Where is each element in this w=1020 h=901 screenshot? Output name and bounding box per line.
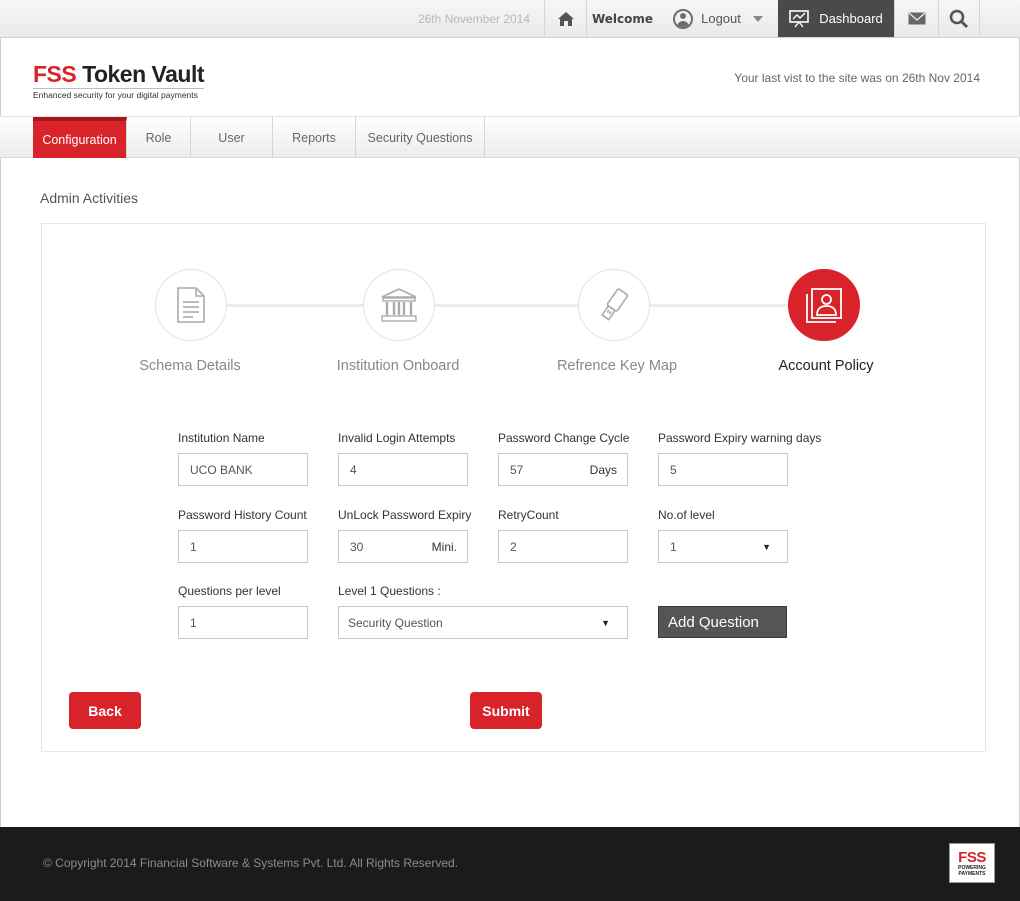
footer-logo-text: FSS xyxy=(958,848,986,866)
home-icon xyxy=(557,11,574,26)
tab-role[interactable]: Role xyxy=(127,117,191,158)
step-account-policy[interactable] xyxy=(788,269,860,341)
tab-security-questions[interactable]: Security Questions xyxy=(356,117,485,158)
logo-tagline: Enhanced security for your digital payme… xyxy=(33,88,205,100)
fss-logo: FSS Token Vault Enhanced security for yo… xyxy=(33,61,205,100)
dropdown-arrow-icon: ▼ xyxy=(601,617,610,628)
questions-per-level-label: Questions per level xyxy=(178,584,281,598)
chevron-down-icon xyxy=(752,15,763,22)
step-label-account-policy: Account Policy xyxy=(778,358,874,374)
no-of-level-label: No.of level xyxy=(658,508,715,522)
mail-icon xyxy=(908,12,925,25)
password-history-count-field[interactable]: 1 xyxy=(178,530,308,563)
usb-key-icon xyxy=(601,288,629,321)
tab-user[interactable]: User xyxy=(191,117,273,158)
password-expiry-warning-field[interactable]: 5 xyxy=(658,453,788,486)
step-connector xyxy=(434,304,579,307)
password-expiry-warning-label: Password Expiry warning days xyxy=(658,431,822,445)
password-change-cycle-value: 57 xyxy=(510,462,524,477)
retry-count-value: 2 xyxy=(510,539,517,554)
top-bar: 26th November 2014 Welcome Logout Dashbo… xyxy=(0,0,1020,38)
level1-questions-value: Security Question xyxy=(348,615,443,630)
retry-count-field[interactable]: 2 xyxy=(498,530,628,563)
mail-button[interactable] xyxy=(894,0,938,37)
footer-logo-tagline-2: PAYMENTS xyxy=(958,870,986,877)
step-institution-onboard[interactable] xyxy=(363,269,435,341)
invalid-login-attempts-label: Invalid Login Attempts xyxy=(338,431,456,445)
step-label-institution-onboard: Institution Onboard xyxy=(336,358,460,374)
logo-title: FSS Token Vault xyxy=(33,61,205,87)
search-icon xyxy=(949,9,969,28)
step-label-reference-key-map: Refrence Key Map xyxy=(556,358,678,374)
level1-questions-select[interactable]: Security Question ▼ xyxy=(338,606,628,639)
current-date: 26th November 2014 xyxy=(417,11,531,26)
password-history-count-label: Password History Count xyxy=(178,508,307,522)
home-button[interactable] xyxy=(544,0,586,37)
step-connector xyxy=(227,304,363,307)
step-schema-details[interactable] xyxy=(155,269,227,341)
unlock-password-expiry-label: UnLock Password Expiry xyxy=(338,508,472,522)
tab-configuration[interactable]: Configuration xyxy=(33,117,127,158)
bank-icon xyxy=(381,288,417,322)
days-unit: Days xyxy=(589,462,617,477)
password-expiry-warning-value: 5 xyxy=(670,462,677,477)
unlock-password-expiry-field[interactable]: 30 Mini. xyxy=(338,530,468,563)
logo-prefix: FSS xyxy=(33,61,77,87)
add-question-button[interactable]: Add Question xyxy=(658,606,787,638)
retry-count-label: RetryCount xyxy=(498,508,559,522)
logo-name: Token Vault xyxy=(82,61,205,87)
no-of-level-value: 1 xyxy=(670,539,677,554)
last-visit-text: Your last vist to the site was on 26th N… xyxy=(734,71,980,85)
search-button[interactable] xyxy=(938,0,980,37)
step-label-schema-details: Schema Details xyxy=(139,358,241,374)
tab-reports[interactable]: Reports xyxy=(273,117,356,158)
fss-footer-logo: FSS POWERING PAYMENTS xyxy=(949,843,995,883)
section-title: Admin Activities xyxy=(40,190,139,206)
level1-questions-label: Level 1 Questions : xyxy=(338,584,441,598)
main-nav: Configuration Role User Reports Security… xyxy=(0,116,1020,158)
dropdown-arrow-icon: ▼ xyxy=(762,541,771,552)
presentation-icon xyxy=(789,9,809,27)
institution-name-value: UCO BANK xyxy=(190,462,253,477)
footer: © Copyright 2014 Financial Software & Sy… xyxy=(0,827,1020,901)
dashboard-button[interactable]: Dashboard xyxy=(778,0,894,37)
profile-picture-icon xyxy=(806,288,842,323)
step-connector xyxy=(650,304,790,307)
no-of-level-select[interactable]: 1 ▼ xyxy=(658,530,788,563)
unlock-password-expiry-value: 30 xyxy=(350,539,364,554)
welcome-text: Welcome xyxy=(586,0,658,37)
institution-name-label: Institution Name xyxy=(178,431,265,445)
questions-per-level-value: 1 xyxy=(190,615,197,630)
step-reference-key-map[interactable] xyxy=(578,269,650,341)
password-change-cycle-field[interactable]: 57 Days xyxy=(498,453,628,486)
copyright-text: © Copyright 2014 Financial Software & Sy… xyxy=(43,856,459,870)
document-icon xyxy=(177,287,205,323)
submit-button[interactable]: Submit xyxy=(470,692,542,729)
invalid-login-attempts-value: 4 xyxy=(350,462,357,477)
institution-name-field[interactable]: UCO BANK xyxy=(178,453,308,486)
logout-label: Logout xyxy=(701,11,741,26)
user-icon xyxy=(673,8,694,29)
password-change-cycle-label: Password Change Cycle xyxy=(498,431,630,445)
logout-button[interactable]: Logout xyxy=(658,0,778,37)
password-history-count-value: 1 xyxy=(190,539,197,554)
dashboard-label: Dashboard xyxy=(819,11,883,26)
questions-per-level-field[interactable]: 1 xyxy=(178,606,308,639)
back-button[interactable]: Back xyxy=(69,692,141,729)
invalid-login-attempts-field[interactable]: 4 xyxy=(338,453,468,486)
minutes-unit: Mini. xyxy=(431,539,457,554)
